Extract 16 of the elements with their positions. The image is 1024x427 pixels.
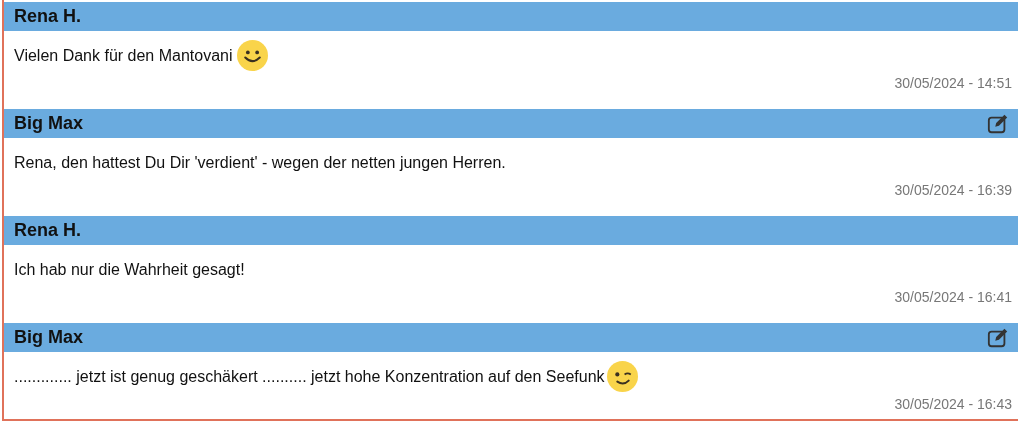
message-text: ............. jetzt ist genug geschäkert .......... jetzt hohe Konzentration auf den Seefunk xyxy=(14,367,605,386)
message-text: Ich hab nur die Wahrheit gesagt! xyxy=(14,260,245,279)
message-text: Vielen Dank für den Mantovani xyxy=(14,46,233,65)
timestamp: 30/05/2024 - 16:41 xyxy=(893,289,1012,307)
author-name: Big Max xyxy=(14,327,83,348)
smiley-icon xyxy=(236,40,268,71)
winking-face-icon xyxy=(606,361,638,392)
edit-icon[interactable] xyxy=(986,326,1010,349)
timestamp: 30/05/2024 - 16:39 xyxy=(893,182,1012,200)
timestamp: 30/05/2024 - 16:43 xyxy=(893,396,1012,414)
author-name: Rena H. xyxy=(14,6,82,27)
message-text: Rena, den hattest Du Dir 'verdient' - wegen der netten jungen Herren. xyxy=(14,153,506,172)
timestamp: 30/05/2024 - 14:51 xyxy=(893,75,1012,93)
edit-icon[interactable] xyxy=(986,112,1010,135)
author-name: Big Max xyxy=(14,113,83,134)
author-name: Rena H. xyxy=(14,220,82,241)
